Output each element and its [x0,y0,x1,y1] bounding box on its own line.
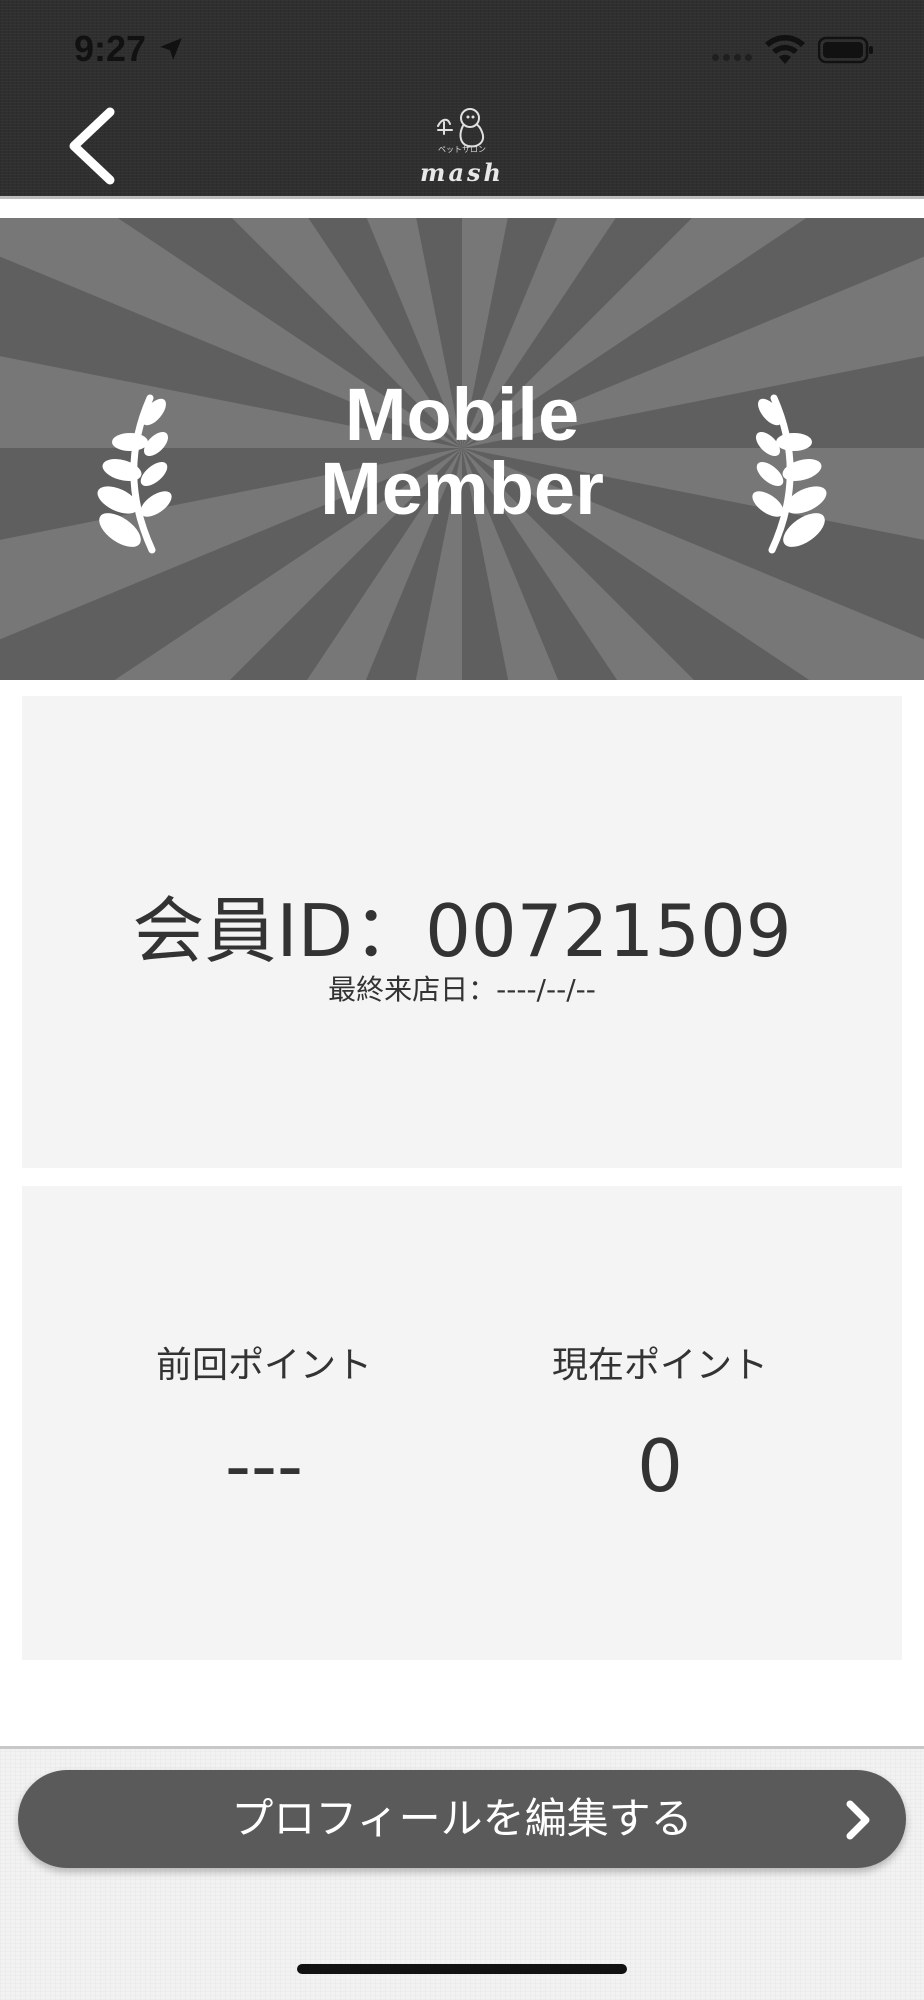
brand-logo: ペットサロン mash [402,104,522,188]
previous-points: 前回ポイント --- [64,1336,464,1508]
points-card: 前回ポイント --- 現在ポイント 0 [22,1186,902,1660]
header-divider [0,196,924,199]
back-button[interactable] [52,100,132,190]
chevron-right-icon [846,1800,870,1840]
current-points: 現在ポイント 0 [460,1336,860,1508]
edit-profile-button[interactable]: プロフィールを編集する [18,1770,906,1868]
mobile-member-banner: Mobile Member [0,218,924,680]
previous-points-label: 前回ポイント [155,1345,372,1386]
banner-title-line2: Member [320,447,604,530]
dog-logo-icon [437,108,484,148]
member-info-card: 会員ID：00721509 最終来店日：----/--/-- [22,696,902,1168]
banner-title: Mobile Member [0,378,924,526]
chevron-left-icon [69,107,115,185]
previous-points-value: --- [225,1424,303,1508]
navigation-bar: 9:27 ペットサロン mash [0,0,924,196]
battery-icon [818,36,873,64]
banner-title-line1: Mobile [344,373,580,456]
current-points-value: 0 [637,1424,683,1508]
wifi-icon [765,35,805,64]
home-indicator [297,1964,627,1974]
logo-kana: ペットサロン [438,145,486,154]
edit-profile-label: プロフィールを編集する [231,1794,693,1843]
location-arrow-icon [160,38,182,60]
last-visit-date: 最終来店日：----/--/-- [328,973,596,1006]
status-time: 9:27 [74,28,147,69]
member-id: 会員ID：00721509 [132,889,792,973]
cellular-signal-icon [712,54,752,61]
current-points-label: 現在ポイント [551,1345,768,1386]
logo-text: mash [420,158,504,187]
